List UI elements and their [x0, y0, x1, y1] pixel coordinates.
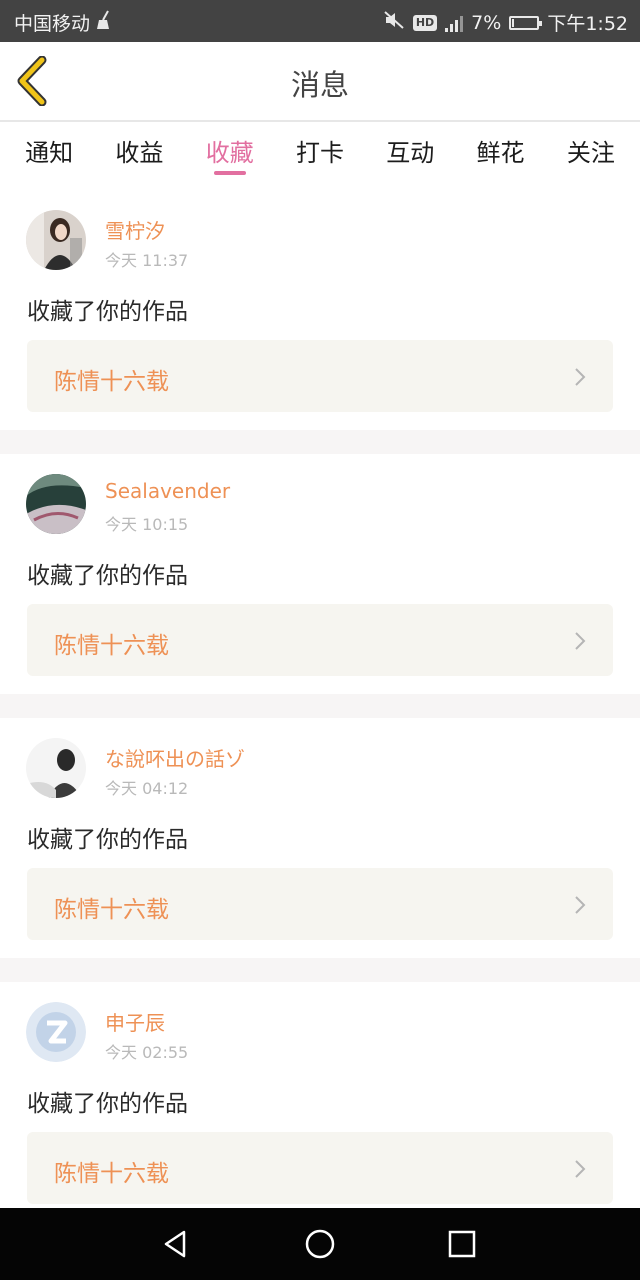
- message-card: な說吥出の話ゾ 今天 04:12 收藏了你的作品 陈情十六载: [0, 718, 640, 982]
- work-link[interactable]: 陈情十六载: [27, 604, 613, 676]
- timestamp: 今天 02:55: [105, 1043, 189, 1062]
- timestamp: 今天 11:37: [105, 251, 189, 270]
- tab-flowers[interactable]: 鲜花: [465, 122, 537, 168]
- chevron-right-icon: [575, 368, 586, 386]
- action-text: 收藏了你的作品: [27, 299, 188, 325]
- battery-percent: 7%: [471, 11, 502, 34]
- username[interactable]: 申子辰: [105, 1007, 165, 1036]
- tab-follows[interactable]: 关注: [555, 122, 627, 168]
- hd-icon: HD: [412, 14, 438, 31]
- clock: 下午1:52: [547, 13, 628, 35]
- tab-interactions[interactable]: 互动: [374, 122, 446, 168]
- work-title: 陈情十六载: [54, 897, 169, 923]
- photo-avatar-icon[interactable]: [26, 210, 86, 270]
- tab-favorites[interactable]: 收藏: [194, 122, 266, 175]
- action-text: 收藏了你的作品: [27, 827, 188, 853]
- tab-bar: 通知 收益 收藏 打卡 互动 鲜花 关注: [0, 122, 640, 182]
- page-title: 消息: [290, 68, 349, 102]
- tab-notifications[interactable]: 通知: [13, 122, 85, 168]
- status-bar: 中国移动 HD 7% 下午1:52: [0, 0, 640, 42]
- battery-charging-icon: [509, 15, 543, 30]
- message-list: 雪柠汐 今天 11:37 收藏了你的作品 陈情十六载 Sealavender 今…: [0, 190, 640, 1222]
- chevron-right-icon: [575, 896, 586, 914]
- status-bar-right: HD 7% 下午1:52: [383, 9, 628, 36]
- message-card: 雪柠汐 今天 11:37 收藏了你的作品 陈情十六载: [0, 190, 640, 454]
- system-nav-bar: [0, 1208, 640, 1280]
- work-link[interactable]: 陈情十六载: [27, 868, 613, 940]
- tab-checkin[interactable]: 打卡: [284, 122, 356, 168]
- home-circle-icon[interactable]: [304, 1228, 336, 1260]
- landscape-avatar-icon[interactable]: [26, 474, 86, 534]
- message-card: 申子辰 今天 02:55 收藏了你的作品 陈情十六载: [0, 982, 640, 1222]
- work-title: 陈情十六载: [54, 369, 169, 395]
- work-title: 陈情十六载: [54, 633, 169, 659]
- header-bar: 消息: [0, 42, 640, 120]
- action-text: 收藏了你的作品: [27, 1091, 188, 1117]
- work-title: 陈情十六载: [54, 1161, 169, 1187]
- work-link[interactable]: 陈情十六载: [27, 1132, 613, 1204]
- back-triangle-icon[interactable]: [160, 1228, 192, 1260]
- timestamp: 今天 10:15: [105, 515, 189, 534]
- mute-icon: [383, 10, 405, 35]
- username[interactable]: Sealavender: [105, 479, 230, 503]
- status-bar-left: 中国移动: [14, 9, 112, 36]
- message-card: Sealavender 今天 10:15 收藏了你的作品 陈情十六载: [0, 454, 640, 718]
- username[interactable]: 雪柠汐: [105, 215, 165, 244]
- carrier-label: 中国移动: [14, 13, 91, 35]
- signal-icon: [445, 14, 464, 32]
- username[interactable]: な說吥出の話ゾ: [105, 743, 245, 772]
- timestamp: 今天 04:12: [105, 779, 189, 798]
- recents-square-icon[interactable]: [446, 1228, 478, 1260]
- broom-icon: [96, 10, 112, 35]
- photo-avatar-icon[interactable]: [26, 738, 86, 798]
- tab-earnings[interactable]: 收益: [103, 122, 175, 168]
- chevron-right-icon: [575, 1160, 586, 1178]
- default-avatar-icon[interactable]: [26, 1002, 86, 1062]
- work-link[interactable]: 陈情十六载: [27, 340, 613, 412]
- action-text: 收藏了你的作品: [27, 563, 188, 589]
- chevron-right-icon: [575, 632, 586, 650]
